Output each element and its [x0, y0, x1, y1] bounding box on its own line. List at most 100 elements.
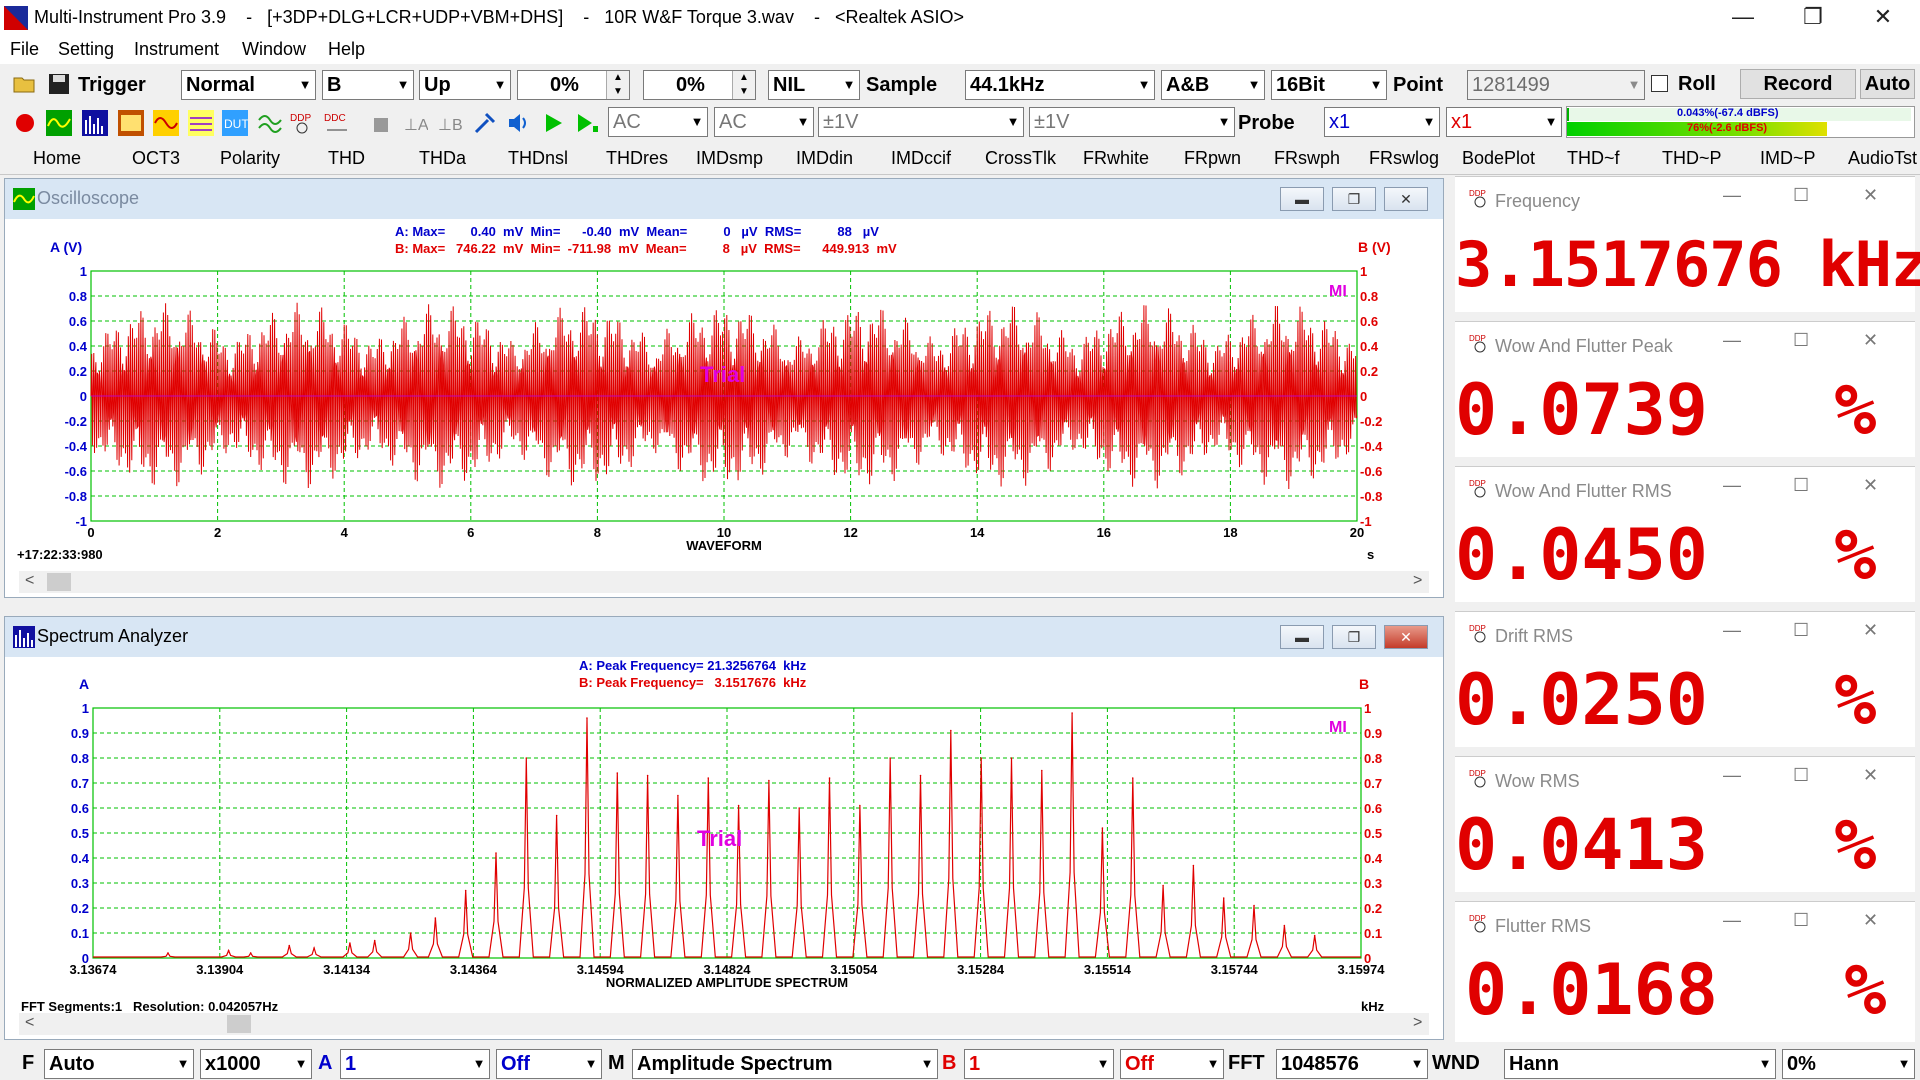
trigger-delay-stepper[interactable]: ▲ ▼ [732, 71, 755, 99]
osc-close-button[interactable]: ✕ [1384, 187, 1428, 211]
sweep-icon[interactable] [257, 110, 283, 136]
tab-frpwn[interactable]: FRpwn [1184, 148, 1241, 169]
range-a-select[interactable]: ±1V ▼ [818, 107, 1024, 137]
tab-polarity[interactable]: Polarity [220, 148, 280, 169]
menu-file[interactable]: File [10, 39, 39, 60]
meter-maximize-button[interactable]: ☐ [1793, 765, 1809, 786]
zoom-select[interactable]: x1000 ▼ [200, 1049, 312, 1079]
oscilloscope-plot[interactable]: A: Max= 0.40 mV Min= -0.40 mV Mean= 0 µV… [5, 219, 1443, 571]
open-folder-icon[interactable] [12, 71, 38, 97]
spec-scroll-thumb[interactable] [227, 1015, 251, 1033]
trigger-mode-select[interactable]: Normal ▼ [181, 70, 316, 100]
speaker-icon[interactable] [506, 110, 532, 136]
save-disk-icon[interactable] [46, 71, 72, 97]
channel-select[interactable]: A&B ▼ [1161, 70, 1265, 100]
scroll-right-icon[interactable]: > [1413, 572, 1422, 590]
play-once-icon[interactable] [574, 110, 600, 136]
tab-thdnsl[interactable]: THDnsl [508, 148, 568, 169]
tab-imdccif[interactable]: IMDccif [891, 148, 951, 169]
tab-thd[interactable]: THD [328, 148, 365, 169]
trigger-channel-select[interactable]: B ▼ [322, 70, 414, 100]
overlap-select[interactable]: 0% ▼ [1782, 1049, 1915, 1079]
spec-minimize-button[interactable]: ▬ [1280, 625, 1324, 649]
tab-thda[interactable]: THDa [419, 148, 466, 169]
trigger-source-select[interactable]: NIL ▼ [768, 70, 860, 100]
b-state-select[interactable]: Off ▼ [1120, 1049, 1224, 1079]
meter-close-button[interactable]: ✕ [1863, 620, 1878, 641]
meter-maximize-button[interactable]: ☐ [1793, 910, 1809, 931]
dut-icon[interactable]: DUT [222, 110, 248, 136]
trigger-edge-select[interactable]: Up ▼ [419, 70, 511, 100]
play-icon[interactable] [540, 110, 566, 136]
oscilloscope-icon[interactable] [46, 110, 72, 136]
a-state-select[interactable]: Off ▼ [496, 1049, 602, 1079]
spec-close-button[interactable]: ✕ [1384, 625, 1428, 649]
range-b-select[interactable]: ±1V ▼ [1029, 107, 1235, 137]
osc-scroll-thumb[interactable] [47, 573, 71, 591]
tab-frswlog[interactable]: FRswlog [1369, 148, 1439, 169]
trigger-level-input[interactable]: 0% ▲ ▼ [517, 70, 630, 100]
meter-close-button[interactable]: ✕ [1863, 475, 1878, 496]
frequency-mode-select[interactable]: Auto ▼ [44, 1049, 194, 1079]
meter-minimize-button[interactable]: — [1723, 330, 1741, 351]
menu-window[interactable]: Window [242, 39, 306, 60]
analysis-mode-select[interactable]: Amplitude Spectrum ▼ [632, 1049, 938, 1079]
spectrum-plot[interactable]: A: Peak Frequency= 21.3256764 kHz B: Pea… [5, 657, 1443, 1013]
meter-minimize-button[interactable]: — [1723, 765, 1741, 786]
fft-size-select[interactable]: 1048576 ▼ [1276, 1049, 1428, 1079]
tab-crosstlk[interactable]: CrossTlk [985, 148, 1056, 169]
probe-b-select[interactable]: x1 ▼ [1446, 107, 1562, 137]
bit-depth-select[interactable]: 16Bit ▼ [1271, 70, 1387, 100]
menu-instrument[interactable]: Instrument [134, 39, 219, 60]
sample-rate-select[interactable]: 44.1kHz ▼ [965, 70, 1155, 100]
meter-maximize-button[interactable]: ☐ [1793, 330, 1809, 351]
tab-home[interactable]: Home [33, 148, 81, 169]
scroll-right-icon[interactable]: > [1413, 1014, 1422, 1032]
spec-maximize-button[interactable]: ❐ [1332, 625, 1376, 649]
window-function-select[interactable]: Hann ▼ [1504, 1049, 1776, 1079]
probe-tool-icon[interactable] [368, 110, 394, 136]
auto-button[interactable]: Auto [1860, 69, 1915, 99]
calibrate-a-icon[interactable]: ⊥A [402, 110, 428, 136]
tab-bodeplot[interactable]: BodePlot [1462, 148, 1535, 169]
meter-close-button[interactable]: ✕ [1863, 910, 1878, 931]
meter-minimize-button[interactable]: — [1723, 910, 1741, 931]
meter-close-button[interactable]: ✕ [1863, 185, 1878, 206]
tab-thd-f[interactable]: THD~f [1567, 148, 1620, 169]
tab-audiotst[interactable]: AudioTst [1848, 148, 1917, 169]
tab-frswph[interactable]: FRswph [1274, 148, 1340, 169]
trigger-level-stepper[interactable]: ▲ ▼ [606, 71, 629, 99]
b-average-select[interactable]: 1 ▼ [964, 1049, 1114, 1079]
tab-thd-p[interactable]: THD~P [1662, 148, 1722, 169]
tools-icon[interactable] [472, 110, 498, 136]
meter-minimize-button[interactable]: — [1723, 185, 1741, 206]
ddp-viewer-icon[interactable]: DDP [290, 110, 316, 136]
restore-button[interactable]: ❐ [1780, 0, 1846, 36]
meter-maximize-button[interactable]: ☐ [1793, 475, 1809, 496]
tab-thdres[interactable]: THDres [606, 148, 668, 169]
osc-minimize-button[interactable]: ▬ [1280, 187, 1324, 211]
meter-maximize-button[interactable]: ☐ [1793, 620, 1809, 641]
minimize-button[interactable]: — [1710, 0, 1776, 36]
meter-minimize-button[interactable]: — [1723, 620, 1741, 641]
tab-imd-p[interactable]: IMD~P [1760, 148, 1816, 169]
osc-maximize-button[interactable]: ❐ [1332, 187, 1376, 211]
scroll-left-icon[interactable]: < [25, 1014, 34, 1032]
tab-frwhite[interactable]: FRwhite [1083, 148, 1149, 169]
point-count-select[interactable]: 1281499 ▼ [1467, 70, 1645, 100]
ddc-icon[interactable]: DDC [324, 110, 350, 136]
a-average-select[interactable]: 1 ▼ [340, 1049, 490, 1079]
osc-scrollbar[interactable]: < > [19, 571, 1429, 593]
scroll-left-icon[interactable]: < [25, 572, 34, 590]
roll-checkbox[interactable] [1651, 75, 1668, 92]
probe-a-select[interactable]: x1 ▼ [1324, 107, 1440, 137]
meter-close-button[interactable]: ✕ [1863, 765, 1878, 786]
trigger-delay-input[interactable]: 0% ▲ ▼ [643, 70, 756, 100]
multimeter-icon[interactable] [118, 110, 144, 136]
tab-imdsmp[interactable]: IMDsmp [696, 148, 763, 169]
signal-generator-icon[interactable] [153, 110, 179, 136]
menu-help[interactable]: Help [328, 39, 365, 60]
spectrum-analyzer-icon[interactable] [82, 110, 108, 136]
close-button[interactable]: ✕ [1850, 0, 1916, 36]
calibrate-b-icon[interactable]: ⊥B [436, 110, 462, 136]
